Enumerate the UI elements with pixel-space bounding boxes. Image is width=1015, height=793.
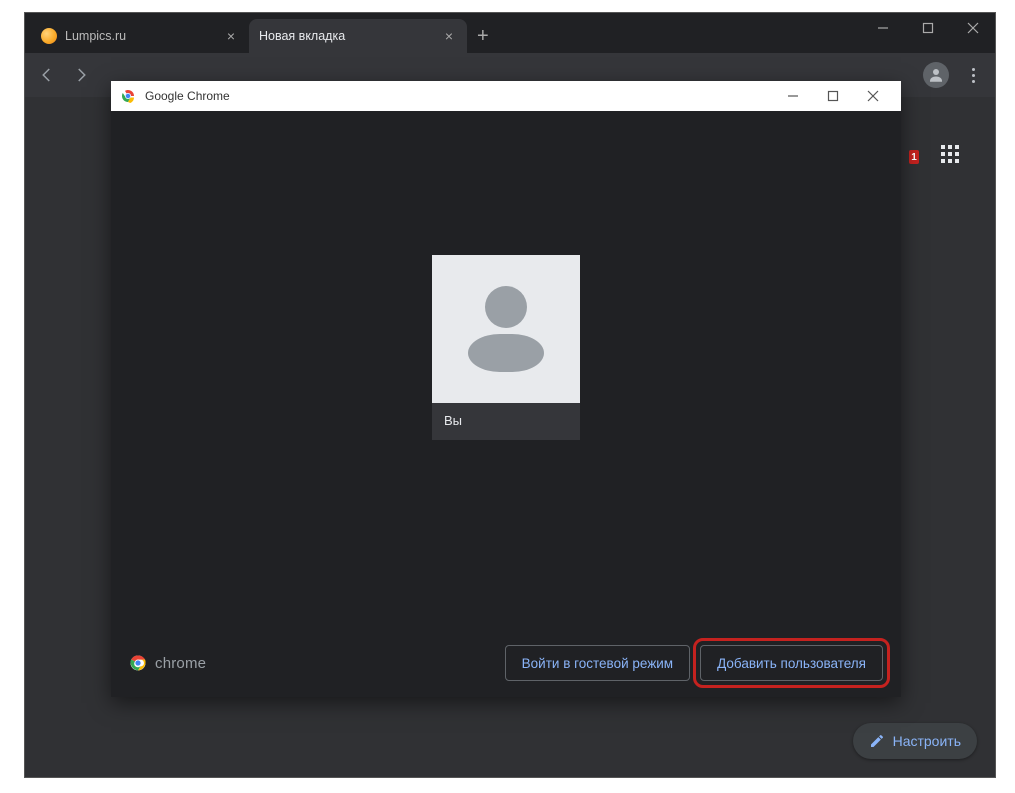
favicon-lumpics (41, 28, 57, 44)
window-controls (860, 13, 995, 43)
chrome-icon (119, 87, 137, 105)
chrome-logo-icon (129, 654, 147, 672)
maximize-button[interactable] (905, 13, 950, 43)
guest-mode-label: Войти в гостевой режим (522, 656, 673, 671)
tab-title: Lumpics.ru (65, 29, 215, 43)
chrome-brand: chrome (129, 654, 206, 672)
customize-label: Настроить (893, 733, 961, 749)
customize-button[interactable]: Настроить (853, 723, 977, 759)
guest-mode-button[interactable]: Войти в гостевой режим (505, 645, 690, 681)
dialog-close-button[interactable] (853, 81, 893, 111)
add-user-label: Добавить пользователя (717, 656, 866, 671)
apps-grid-icon[interactable] (941, 145, 959, 163)
close-tab-icon[interactable]: × (441, 28, 457, 44)
dialog-maximize-button[interactable] (813, 81, 853, 111)
tab-lumpics[interactable]: Lumpics.ru × (31, 19, 249, 53)
tab-strip: Lumpics.ru × Новая вкладка × + (25, 13, 995, 53)
add-user-button[interactable]: Добавить пользователя (700, 645, 883, 681)
dialog-window-controls (773, 81, 893, 111)
dialog-title: Google Chrome (145, 89, 773, 103)
pencil-icon (869, 733, 885, 749)
minimize-button[interactable] (860, 13, 905, 43)
new-tab-button[interactable]: + (467, 25, 499, 48)
profile-name: Вы (432, 403, 580, 440)
profile-manager-dialog: Google Chrome Вы (111, 81, 901, 697)
dialog-body: Вы chrome (111, 111, 901, 697)
profile-avatar-button[interactable] (923, 62, 949, 88)
chrome-wordmark: chrome (155, 655, 206, 672)
tab-title: Новая вкладка (259, 29, 433, 43)
back-button[interactable] (33, 61, 61, 89)
close-window-button[interactable] (950, 13, 995, 43)
dialog-footer: chrome Войти в гостевой режим Добавить п… (129, 645, 883, 681)
notification-badge: 1 (909, 150, 919, 164)
profile-avatar-icon (432, 255, 580, 403)
chrome-menu-button[interactable] (959, 61, 987, 89)
dialog-titlebar[interactable]: Google Chrome (111, 81, 901, 111)
browser-window: Lumpics.ru × Новая вкладка × + (24, 12, 996, 778)
close-tab-icon[interactable]: × (223, 28, 239, 44)
forward-button[interactable] (67, 61, 95, 89)
tab-newtab[interactable]: Новая вкладка × (249, 19, 467, 53)
profile-card[interactable]: Вы (432, 255, 580, 440)
dialog-minimize-button[interactable] (773, 81, 813, 111)
